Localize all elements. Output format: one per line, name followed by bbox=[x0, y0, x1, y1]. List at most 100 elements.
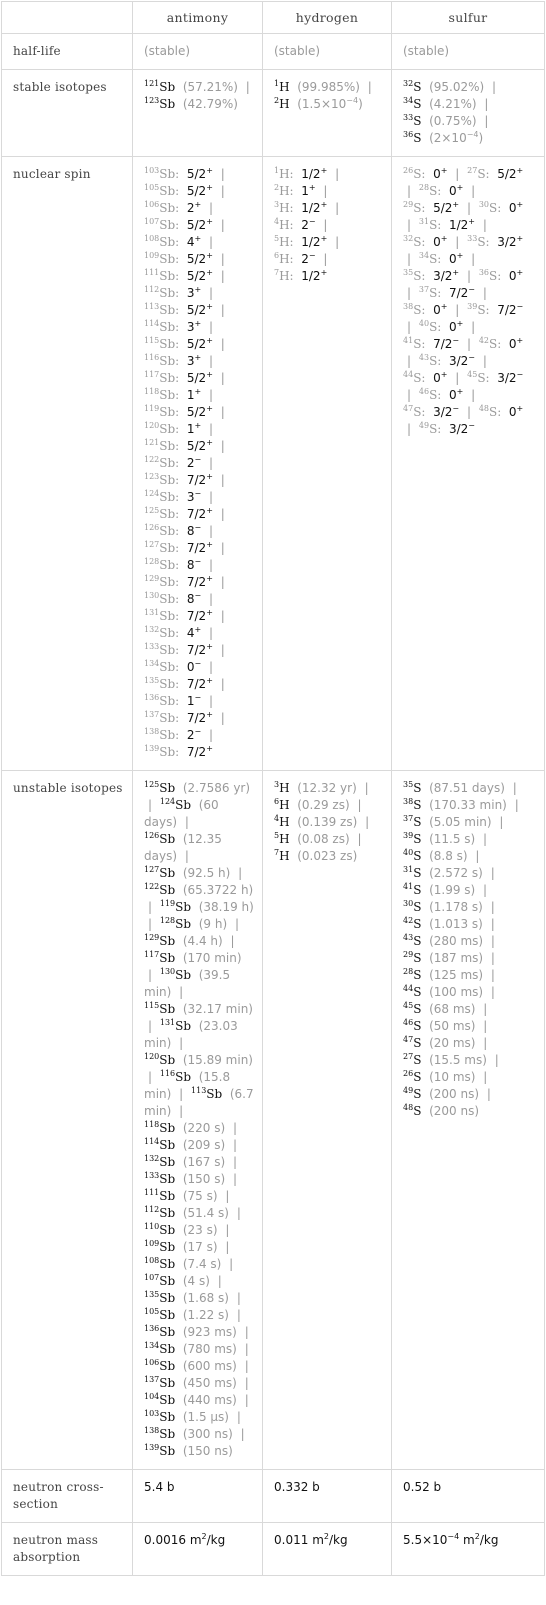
separator: | bbox=[209, 286, 214, 300]
separator: | bbox=[471, 320, 476, 334]
element-symbol: Sb: bbox=[159, 320, 180, 334]
element-symbol: S bbox=[413, 114, 422, 128]
isotope-entry: 46S (50 ms) bbox=[403, 1019, 475, 1034]
neutron-mass-absorption-sulfur: 5.5×10−4 m2/kg bbox=[391, 1522, 545, 1576]
spin-entry: 28S: 0+ bbox=[419, 184, 463, 199]
mass-number: 130 bbox=[144, 591, 160, 600]
mass-number: 110 bbox=[144, 1222, 160, 1231]
spin-value: 4 bbox=[186, 235, 195, 249]
isotope-entry: 122Sb (65.3722 h) bbox=[144, 883, 254, 898]
separator: | bbox=[490, 866, 495, 880]
spin-entry: 126Sb: 8− bbox=[144, 523, 202, 539]
element-symbol: H bbox=[279, 781, 290, 795]
element-symbol: S bbox=[413, 80, 422, 94]
parity: + bbox=[320, 166, 328, 175]
spin-value: 5/2 bbox=[186, 167, 207, 181]
isotope-entry: 28S (125 ms) bbox=[403, 968, 484, 983]
spin-value: 3/2 bbox=[497, 235, 517, 249]
element-symbol: H: bbox=[279, 252, 294, 266]
separator: | bbox=[220, 677, 225, 691]
mass-number: 135 bbox=[144, 1290, 160, 1299]
element-symbol: S bbox=[413, 849, 422, 863]
separator: | bbox=[233, 1138, 238, 1152]
parity: + bbox=[194, 285, 202, 294]
element-symbol: S: bbox=[413, 371, 426, 385]
mass-number: 49 bbox=[403, 1086, 414, 1095]
isotope-value: (125 ms) bbox=[429, 968, 484, 982]
mass-absorption-value: 0.011 bbox=[274, 1533, 309, 1547]
separator: | bbox=[471, 388, 476, 402]
spin-value: 5/2 bbox=[186, 303, 207, 317]
separator: | bbox=[209, 558, 214, 572]
isotope-entry: 105Sb (1.22 s) bbox=[144, 1308, 229, 1323]
element-symbol: S: bbox=[489, 405, 502, 419]
header-hydrogen: hydrogen bbox=[262, 1, 392, 34]
element-symbol: S bbox=[413, 1053, 422, 1067]
parity: + bbox=[194, 625, 202, 634]
isotope-value: (65.3722 h) bbox=[182, 883, 254, 897]
separator: | bbox=[407, 422, 412, 436]
mass-number: 111 bbox=[144, 1188, 160, 1197]
element-symbol: Sb: bbox=[159, 473, 180, 487]
spin-entry: 115Sb: 5/2+ bbox=[144, 337, 213, 352]
isotope-entry: 108Sb (7.4 s) bbox=[144, 1257, 221, 1272]
mass-number: 133 bbox=[144, 642, 160, 651]
separator: | bbox=[220, 303, 225, 317]
separator: | bbox=[220, 575, 225, 589]
separator: | bbox=[512, 781, 517, 795]
unstable-isotopes-hydrogen: 3H (12.32 yr) | 6H (0.29 zs) | 4H (0.139… bbox=[262, 770, 392, 1470]
element-symbol: S: bbox=[429, 320, 442, 334]
mass-number: 120 bbox=[144, 1052, 160, 1061]
mass-number: 121 bbox=[144, 438, 160, 447]
mass-number: 26 bbox=[403, 1069, 414, 1078]
mass-number: 128 bbox=[159, 916, 176, 925]
separator: | bbox=[490, 900, 495, 914]
mass-number: 116 bbox=[159, 1069, 176, 1078]
isotope-value: (9 h) bbox=[198, 917, 228, 931]
parity: + bbox=[308, 183, 316, 192]
isotope-entry: 41S (1.99 s) bbox=[403, 882, 475, 898]
spin-value: 0 bbox=[433, 303, 441, 317]
element-symbol: S: bbox=[429, 388, 442, 402]
spin-value: 2 bbox=[301, 218, 309, 232]
element-symbol: Sb bbox=[159, 80, 176, 94]
spin-value: 0 bbox=[448, 252, 457, 266]
spin-entry: 125Sb: 7/2+ bbox=[144, 507, 213, 522]
mass-number: 127 bbox=[144, 540, 160, 549]
element-symbol: Sb bbox=[159, 1393, 176, 1407]
spin-entry: 116Sb: 3+ bbox=[144, 354, 201, 369]
separator: | bbox=[407, 218, 412, 232]
mass-number: 104 bbox=[144, 1392, 160, 1401]
spin-value: 7/2 bbox=[497, 303, 517, 317]
separator: | bbox=[365, 815, 370, 829]
spin-entry: 113Sb: 5/2+ bbox=[144, 303, 213, 318]
isotope-value: (2.7586 yr) bbox=[182, 781, 251, 795]
parity: − bbox=[194, 523, 202, 532]
spin-entry: 3H: 1/2+ bbox=[274, 201, 327, 216]
element-symbol: Sb bbox=[159, 1291, 176, 1305]
spin-entry: 44S: 0+ bbox=[403, 371, 447, 386]
isotope-entry: 2H (1.5×10−4) bbox=[274, 97, 363, 112]
spin-value: 2 bbox=[186, 728, 195, 742]
separator: | bbox=[407, 184, 412, 198]
mass-number: 106 bbox=[144, 200, 160, 209]
spin-value: 5/2 bbox=[186, 405, 207, 419]
parity: − bbox=[452, 336, 460, 345]
parity: + bbox=[194, 234, 202, 243]
spin-entry: 37S: 7/2− bbox=[419, 286, 475, 301]
spin-value: 1 bbox=[186, 422, 195, 436]
separator: | bbox=[407, 252, 412, 266]
mass-number: 135 bbox=[144, 676, 160, 685]
separator: | bbox=[220, 473, 225, 487]
separator: | bbox=[490, 917, 495, 931]
mass-number: 41 bbox=[403, 882, 414, 891]
spin-entry: 30S: 0+ bbox=[479, 201, 523, 216]
parity: − bbox=[194, 659, 202, 668]
header-row: antimony hydrogen sulfur bbox=[1, 1, 545, 34]
mass-number: 125 bbox=[144, 780, 160, 789]
spin-entry: 1H: 1/2+ bbox=[274, 166, 328, 182]
spin-entry: 138Sb: 2− bbox=[144, 728, 201, 743]
spin-value: 1/2 bbox=[448, 218, 469, 232]
isotope-entry: 103Sb (1.5 µs) bbox=[144, 1410, 229, 1425]
separator: | bbox=[236, 1206, 241, 1220]
